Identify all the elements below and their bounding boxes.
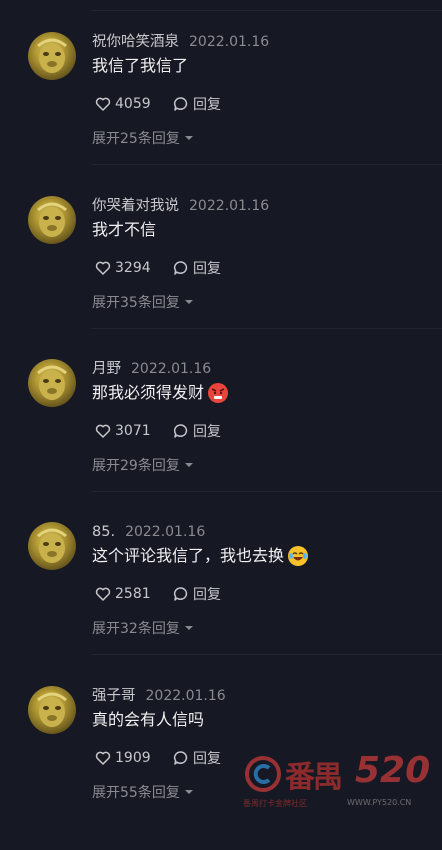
username[interactable]: 强子哥 bbox=[92, 686, 136, 706]
caret-down-icon bbox=[184, 300, 193, 304]
divider bbox=[92, 654, 442, 655]
comment-text-row: 这个评论我信了，我也去换 bbox=[92, 544, 309, 568]
expand-replies-label: 展开32条回复 bbox=[92, 621, 180, 637]
expand-replies-button[interactable]: 展开55条回复 bbox=[92, 782, 194, 802]
reply-label: 回复 bbox=[193, 751, 221, 767]
comment-date: 2022.01.16 bbox=[125, 524, 206, 540]
caret-down-icon bbox=[184, 626, 193, 630]
comment-date: 2022.01.16 bbox=[131, 361, 212, 377]
comment-bubble-icon bbox=[173, 261, 188, 275]
comment-date: 2022.01.16 bbox=[145, 688, 226, 704]
watermark-text: 番禺 bbox=[285, 760, 343, 795]
expand-replies-button[interactable]: 展开35条回复 bbox=[92, 292, 194, 312]
comment-text: 那我必须得发财 bbox=[92, 383, 205, 402]
watermark-number: 520 bbox=[355, 750, 431, 791]
expand-replies-button[interactable]: 展开25条回复 bbox=[92, 128, 194, 148]
comment-actions: 1909 回复 bbox=[94, 748, 221, 768]
reply-label: 回复 bbox=[193, 261, 221, 277]
avatar[interactable] bbox=[28, 686, 76, 734]
username[interactable]: 85. bbox=[92, 522, 115, 542]
comment-item: 祝你哈笑酒泉 2022.01.16 我信了我信了 4059 回复 展开25条回复 bbox=[0, 32, 442, 196]
comment-bubble-icon bbox=[173, 587, 188, 601]
top-divider bbox=[92, 10, 442, 11]
comment-text-row: 真的会有人信吗 bbox=[92, 708, 204, 732]
comment-date: 2022.01.16 bbox=[189, 198, 270, 214]
like-count: 3071 bbox=[115, 423, 151, 439]
heart-icon bbox=[95, 587, 111, 601]
avatar[interactable] bbox=[28, 359, 76, 407]
like-button[interactable]: 2581 bbox=[94, 585, 172, 603]
divider bbox=[92, 491, 442, 492]
comment-date: 2022.01.16 bbox=[189, 34, 270, 50]
like-count: 1909 bbox=[115, 750, 151, 766]
reply-button[interactable]: 回复 bbox=[172, 748, 221, 768]
comment-text: 这个评论我信了，我也去换 bbox=[92, 546, 285, 565]
like-button[interactable]: 3071 bbox=[94, 422, 172, 440]
avatar[interactable] bbox=[28, 522, 76, 570]
expand-replies-button[interactable]: 展开29条回复 bbox=[92, 455, 194, 475]
angry-face-icon bbox=[208, 383, 229, 403]
watermark-logo-icon bbox=[245, 756, 281, 792]
heart-icon bbox=[95, 97, 111, 111]
heart-icon bbox=[95, 424, 111, 438]
expand-replies-button[interactable]: 展开32条回复 bbox=[92, 618, 194, 638]
like-button[interactable]: 3294 bbox=[94, 259, 172, 277]
watermark: 番禺 520 番禺打卡金牌社区 WWW.PY520.CN bbox=[243, 748, 442, 808]
comment-text-row: 我才不信 bbox=[92, 218, 156, 242]
expand-replies-label: 展开35条回复 bbox=[92, 295, 180, 311]
comment-actions: 3071 回复 bbox=[94, 421, 221, 441]
watermark-subtitle: 番禺打卡金牌社区 bbox=[243, 799, 307, 808]
caret-down-icon bbox=[184, 790, 193, 794]
reply-button[interactable]: 回复 bbox=[172, 258, 221, 278]
like-count: 4059 bbox=[115, 96, 151, 112]
comment-item: 月野 2022.01.16 那我必须得发财 3071 回复 展开29条回复 bbox=[0, 359, 442, 523]
comment-actions: 4059 回复 bbox=[94, 94, 221, 114]
heart-icon bbox=[95, 751, 111, 765]
comment-actions: 2581 回复 bbox=[94, 584, 221, 604]
like-button[interactable]: 4059 bbox=[94, 95, 172, 113]
avatar[interactable] bbox=[28, 196, 76, 244]
comment-text-row: 我信了我信了 bbox=[92, 54, 188, 78]
comment-bubble-icon bbox=[173, 424, 188, 438]
username[interactable]: 你哭着对我说 bbox=[92, 196, 179, 216]
comment-text: 我才不信 bbox=[92, 220, 157, 239]
comment-text: 真的会有人信吗 bbox=[92, 710, 205, 729]
like-count: 2581 bbox=[115, 586, 151, 602]
caret-down-icon bbox=[184, 463, 193, 467]
comment-bubble-icon bbox=[173, 751, 188, 765]
comment-bubble-icon bbox=[173, 97, 188, 111]
divider bbox=[92, 328, 442, 329]
reply-button[interactable]: 回复 bbox=[172, 421, 221, 441]
comment-actions: 3294 回复 bbox=[94, 258, 221, 278]
watermark-url: WWW.PY520.CN bbox=[347, 798, 412, 807]
reply-label: 回复 bbox=[193, 587, 221, 603]
username[interactable]: 月野 bbox=[92, 359, 121, 379]
like-button[interactable]: 1909 bbox=[94, 749, 172, 767]
reply-label: 回复 bbox=[193, 424, 221, 440]
laughing-crying-face-icon bbox=[288, 546, 309, 566]
heart-icon bbox=[95, 261, 111, 275]
reply-label: 回复 bbox=[193, 97, 221, 113]
expand-replies-label: 展开25条回复 bbox=[92, 131, 180, 147]
username[interactable]: 祝你哈笑酒泉 bbox=[92, 32, 179, 52]
comment-item: 你哭着对我说 2022.01.16 我才不信 3294 回复 展开35条回复 bbox=[0, 196, 442, 360]
expand-replies-label: 展开29条回复 bbox=[92, 458, 180, 474]
like-count: 3294 bbox=[115, 260, 151, 276]
reply-button[interactable]: 回复 bbox=[172, 584, 221, 604]
avatar[interactable] bbox=[28, 32, 76, 80]
comment-text: 我信了我信了 bbox=[92, 56, 189, 75]
comment-text-row: 那我必须得发财 bbox=[92, 381, 229, 405]
divider bbox=[92, 164, 442, 165]
reply-button[interactable]: 回复 bbox=[172, 94, 221, 114]
caret-down-icon bbox=[184, 136, 193, 140]
comment-item: 85. 2022.01.16 这个评论我信了，我也去换 2581 回复 展开32… bbox=[0, 522, 442, 686]
expand-replies-label: 展开55条回复 bbox=[92, 785, 180, 801]
